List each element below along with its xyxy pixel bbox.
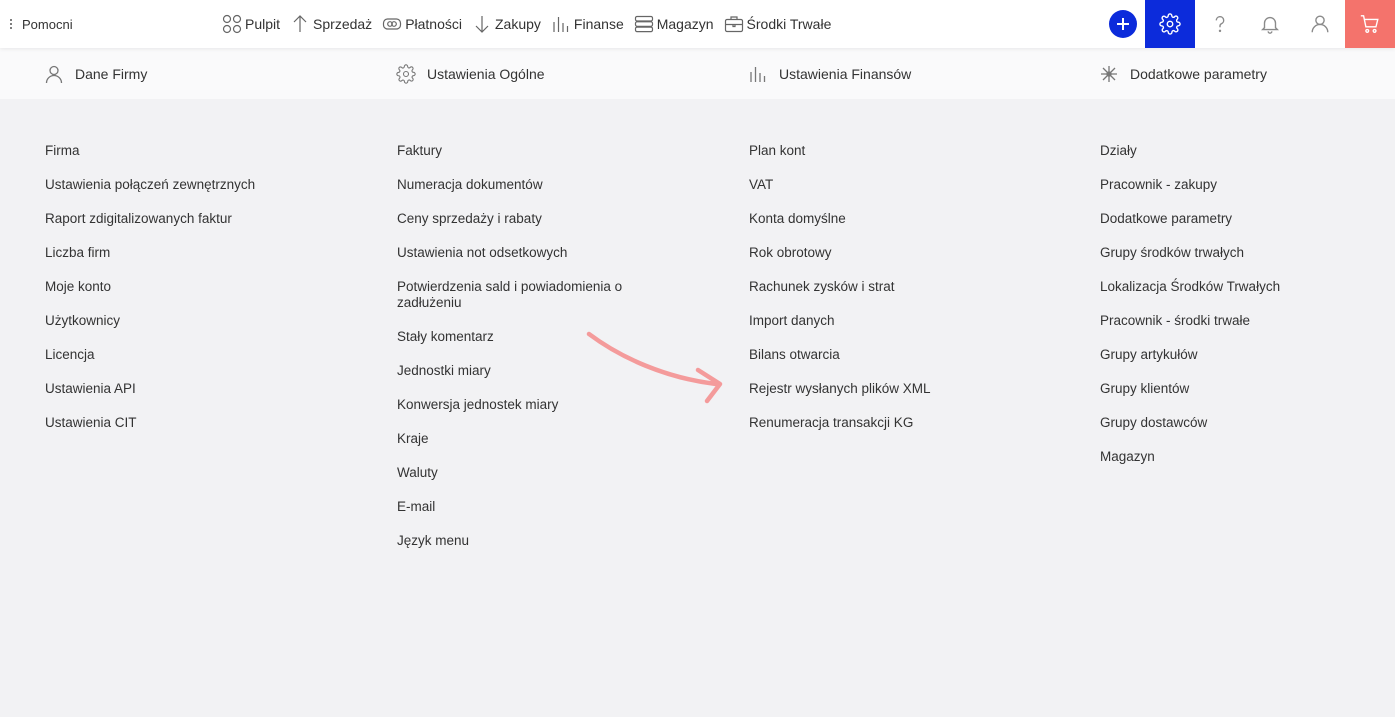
settings-link[interactable]: Rachunek zysków i strat: [749, 279, 1049, 295]
settings-link[interactable]: Język menu: [397, 533, 637, 549]
settings-link[interactable]: Grupy środków trwałych: [1100, 245, 1380, 261]
subnav-label: Dane Firmy: [75, 65, 148, 82]
subnav-ustawienia-ogolne[interactable]: Ustawienia Ogólne: [396, 48, 545, 99]
settings-link[interactable]: Magazyn: [1100, 449, 1380, 465]
settings-link[interactable]: Import danych: [749, 313, 1049, 329]
settings-link[interactable]: Dodatkowe parametry: [1100, 211, 1380, 227]
bell-icon: [1261, 16, 1279, 34]
app-brand[interactable]: Pomocni: [8, 0, 73, 48]
subnav-label: Dodatkowe parametry: [1130, 65, 1267, 82]
settings-link[interactable]: Ustawienia połączeń zewnętrznych: [45, 177, 345, 193]
settings-link[interactable]: Użytkownicy: [45, 313, 345, 329]
nav-item-pulpit[interactable]: Pulpit: [222, 14, 280, 34]
briefcase-icon: [724, 16, 743, 33]
settings-column-finance: Plan kont VAT Konta domyślne Rok obrotow…: [749, 143, 1049, 449]
settings-link[interactable]: Potwierdzenia sald i powiadomienia o zad…: [397, 279, 637, 311]
nav-label: Zakupy: [495, 16, 541, 32]
help-button[interactable]: [1195, 0, 1245, 48]
app-name: Pomocni: [22, 16, 73, 32]
settings-link[interactable]: Działy: [1100, 143, 1380, 159]
network-icon: [1101, 65, 1117, 82]
main-nav: Pulpit Sprzedaż Płatności Zakupy Finanse…: [222, 0, 831, 48]
nav-label: Środki Trwałe: [746, 16, 832, 32]
settings-link[interactable]: Grupy dostawców: [1100, 415, 1380, 431]
settings-link[interactable]: Grupy klientów: [1100, 381, 1380, 397]
nav-item-magazyn[interactable]: Magazyn: [634, 14, 714, 34]
nav-label: Sprzedaż: [313, 16, 373, 32]
settings-link[interactable]: Faktury: [397, 143, 637, 159]
toolbar: [1101, 0, 1395, 48]
warehouse-icon: [634, 15, 653, 33]
settings-button[interactable]: [1145, 0, 1195, 48]
nav-item-srodki-trwale[interactable]: Środki Trwałe: [724, 14, 832, 34]
settings-link[interactable]: Stały komentarz: [397, 329, 637, 345]
nav-label: Pulpit: [245, 16, 281, 32]
nav-label: Magazyn: [656, 16, 714, 32]
settings-link[interactable]: Moje konto: [45, 279, 345, 295]
account-button[interactable]: [1295, 0, 1345, 48]
payment-icon: [383, 18, 402, 30]
top-bar: Pomocni Pulpit Sprzedaż Płatności Zakupy…: [0, 0, 1395, 48]
nav-label: Finanse: [573, 16, 624, 32]
settings-link[interactable]: Ustawienia API: [45, 381, 345, 397]
settings-link[interactable]: Plan kont: [749, 143, 1049, 159]
arrow-down-icon: [475, 16, 489, 33]
settings-column-company: Firma Ustawienia połączeń zewnętrznych R…: [45, 143, 345, 449]
gear-icon: [396, 63, 416, 84]
subnav-ustawienia-finansow[interactable]: Ustawienia Finansów: [748, 48, 911, 99]
cart-button[interactable]: [1345, 0, 1395, 48]
gear-icon: [1159, 13, 1181, 35]
dashboard-icon: [222, 14, 242, 34]
settings-link[interactable]: Licencja: [45, 347, 345, 363]
bar-chart-icon: [553, 17, 569, 32]
settings-link[interactable]: Rejestr wysłanych plików XML: [749, 381, 1049, 397]
nav-item-finanse[interactable]: Finanse: [551, 14, 624, 34]
settings-link[interactable]: Konwersja jednostek miary: [397, 397, 637, 413]
subnav-label: Ustawienia Ogólne: [427, 65, 545, 82]
settings-link[interactable]: Jednostki miary: [397, 363, 637, 379]
bar-chart-icon: [750, 66, 766, 82]
notifications-button[interactable]: [1245, 0, 1295, 48]
subnav-label: Ustawienia Finansów: [779, 65, 912, 82]
user-icon: [1311, 15, 1329, 33]
subnav-dodatkowe-parametry[interactable]: Dodatkowe parametry: [1099, 48, 1267, 99]
settings-link[interactable]: Pracownik - środki trwałe: [1100, 313, 1380, 329]
nav-label: Płatności: [405, 16, 462, 32]
settings-link[interactable]: Rok obrotowy: [749, 245, 1049, 261]
settings-link[interactable]: Firma: [45, 143, 345, 159]
settings-link[interactable]: Raport zdigitalizowanych faktur: [45, 211, 345, 227]
settings-link[interactable]: Ustawienia not odsetkowych: [397, 245, 637, 261]
nav-item-sprzedaz[interactable]: Sprzedaż: [290, 14, 372, 34]
settings-link[interactable]: Kraje: [397, 431, 637, 447]
settings-link[interactable]: Bilans otwarcia: [749, 347, 1049, 363]
subnav-dane-firmy[interactable]: Dane Firmy: [44, 48, 147, 99]
settings-link[interactable]: Liczba firm: [45, 245, 345, 261]
nav-item-platnosci[interactable]: Płatności: [382, 14, 462, 34]
plus-icon: [1109, 10, 1137, 38]
settings-link[interactable]: Numeracja dokumentów: [397, 177, 637, 193]
settings-link[interactable]: Pracownik - zakupy: [1100, 177, 1380, 193]
help-icon: [1215, 16, 1225, 33]
add-button[interactable]: [1101, 0, 1145, 48]
settings-link[interactable]: Waluty: [397, 465, 637, 481]
settings-link[interactable]: Grupy artykułów: [1100, 347, 1380, 363]
settings-subnav: Dane Firmy Ustawienia Ogólne Ustawienia …: [0, 48, 1395, 99]
nav-item-zakupy[interactable]: Zakupy: [472, 14, 541, 34]
settings-link[interactable]: VAT: [749, 177, 1049, 193]
settings-link[interactable]: Ustawienia CIT: [45, 415, 345, 431]
settings-column-general: Faktury Numeracja dokumentów Ceny sprzed…: [397, 143, 637, 567]
kebab-menu-icon[interactable]: [10, 19, 14, 29]
settings-column-additional: Działy Pracownik - zakupy Dodatkowe para…: [1100, 143, 1380, 483]
user-icon: [45, 65, 63, 83]
settings-link[interactable]: Konta domyślne: [749, 211, 1049, 227]
settings-link[interactable]: Lokalizacja Środków Trwałych: [1100, 279, 1380, 295]
cart-icon: [1360, 15, 1379, 33]
settings-link[interactable]: Ceny sprzedaży i rabaty: [397, 211, 637, 227]
settings-link[interactable]: Renumeracja transakcji KG: [749, 415, 1049, 431]
settings-link[interactable]: E-mail: [397, 499, 637, 515]
arrow-up-icon: [293, 15, 307, 32]
